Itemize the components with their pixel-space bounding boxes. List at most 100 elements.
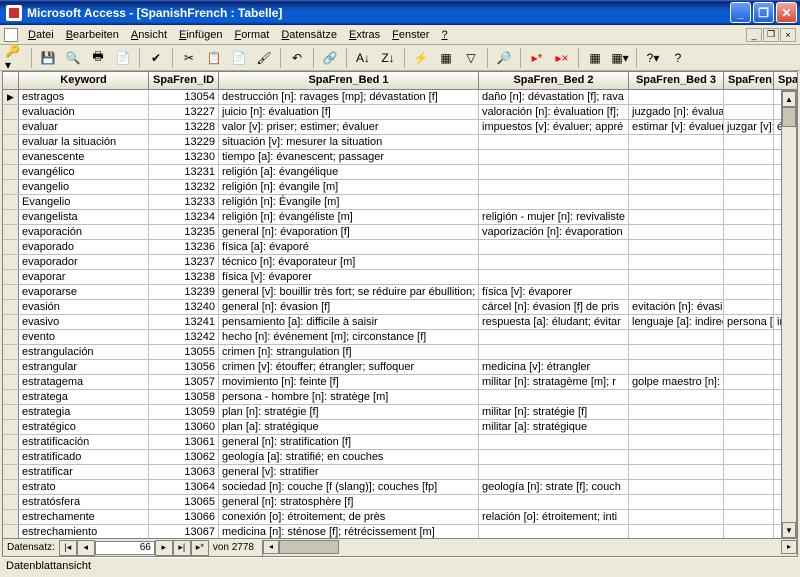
- delete-record-button[interactable]: ▸×: [551, 47, 573, 69]
- cell[interactable]: evasivo: [19, 315, 149, 329]
- cell[interactable]: geología [n]: strate [f]; couch: [479, 480, 629, 494]
- cell[interactable]: 13232: [149, 180, 219, 194]
- cell[interactable]: medicina [n]: sténose [f]; rétrécissemen…: [219, 525, 479, 539]
- cell[interactable]: evanescente: [19, 150, 149, 164]
- last-record-button[interactable]: ▸|: [173, 540, 191, 556]
- mdi-minimize-button[interactable]: _: [746, 28, 762, 42]
- cell[interactable]: 13062: [149, 450, 219, 464]
- cell[interactable]: [479, 270, 629, 284]
- cell[interactable]: estimar [v]: évaluer; es: [629, 120, 724, 134]
- cell[interactable]: [724, 210, 774, 224]
- cell[interactable]: daño [n]: dévastation [f]; rava: [479, 90, 629, 104]
- cell[interactable]: religión [n]: évangéliste [m]: [219, 210, 479, 224]
- cell[interactable]: crimen [n]: strangulation [f]: [219, 345, 479, 359]
- row-selector[interactable]: [3, 495, 19, 509]
- cell[interactable]: militar [a]: stratégique: [479, 420, 629, 434]
- row-selector[interactable]: [3, 360, 19, 374]
- cell[interactable]: 13067: [149, 525, 219, 539]
- row-selector[interactable]: [3, 465, 19, 479]
- table-row[interactable]: evasivo13241pensamiento [a]: difficile à…: [3, 315, 797, 330]
- table-row[interactable]: evento13242hecho [n]: événement [m]; cir…: [3, 330, 797, 345]
- first-record-button[interactable]: |◂: [59, 540, 77, 556]
- table-row[interactable]: estrategia13059plan [n]: stratégie [f]mi…: [3, 405, 797, 420]
- horizontal-scrollbar[interactable]: ◂ ▸: [262, 540, 797, 556]
- cell[interactable]: [629, 255, 724, 269]
- cell[interactable]: tiempo [a]: évanescent; passager: [219, 150, 479, 164]
- table-row[interactable]: Evangelio13233religión [n]: Évangile [m]: [3, 195, 797, 210]
- scroll-up-button[interactable]: ▲: [782, 91, 796, 107]
- cell[interactable]: movimiento [n]: feinte [f]: [219, 375, 479, 389]
- undo-button[interactable]: ↶: [286, 47, 308, 69]
- menu-datei[interactable]: Datei: [22, 27, 60, 43]
- row-selector[interactable]: [3, 420, 19, 434]
- cell[interactable]: hecho [n]: événement [m]; circonstance […: [219, 330, 479, 344]
- cell[interactable]: evangelista: [19, 210, 149, 224]
- table-row[interactable]: evaporador13237técnico [n]: évaporateur …: [3, 255, 797, 270]
- table-row[interactable]: estrangulación13055crimen [n]: strangula…: [3, 345, 797, 360]
- cell[interactable]: evaporar: [19, 270, 149, 284]
- cell[interactable]: impuestos [v]: évaluer; appré: [479, 120, 629, 134]
- cell[interactable]: evangélico: [19, 165, 149, 179]
- table-row[interactable]: estratega13058persona - hombre [n]: stra…: [3, 390, 797, 405]
- column-header-bed1[interactable]: SpaFren_Bed 1: [219, 72, 479, 89]
- row-selector[interactable]: ▶: [3, 90, 19, 104]
- cell[interactable]: militar [n]: stratégie [f]: [479, 405, 629, 419]
- row-selector[interactable]: [3, 285, 19, 299]
- cell[interactable]: [724, 225, 774, 239]
- cell[interactable]: golpe maestro [n]: cou: [629, 375, 724, 389]
- cell[interactable]: [724, 465, 774, 479]
- cell[interactable]: estrategia: [19, 405, 149, 419]
- cell[interactable]: valor [v]: priser; estimer; évaluer: [219, 120, 479, 134]
- menu-?[interactable]: ?: [435, 27, 453, 43]
- cell[interactable]: [629, 510, 724, 524]
- cell[interactable]: [479, 495, 629, 509]
- cell[interactable]: [724, 135, 774, 149]
- cell[interactable]: [629, 405, 724, 419]
- search-button[interactable]: 🔍: [62, 47, 84, 69]
- cell[interactable]: [724, 450, 774, 464]
- cell[interactable]: estrechamiento: [19, 525, 149, 539]
- menu-datensätze[interactable]: Datensätze: [275, 27, 343, 43]
- cell[interactable]: física [v]: évaporer: [219, 270, 479, 284]
- cell[interactable]: 13238: [149, 270, 219, 284]
- row-selector[interactable]: [3, 270, 19, 284]
- cell[interactable]: [629, 495, 724, 509]
- row-selector[interactable]: [3, 315, 19, 329]
- cell[interactable]: relación [o]: étroitement; inti: [479, 510, 629, 524]
- menu-bearbeiten[interactable]: Bearbeiten: [60, 27, 125, 43]
- cell[interactable]: persona [a]:: [724, 315, 774, 329]
- cell[interactable]: 13242: [149, 330, 219, 344]
- cell[interactable]: 13228: [149, 120, 219, 134]
- menu-fenster[interactable]: Fenster: [386, 27, 435, 43]
- cell[interactable]: 13063: [149, 465, 219, 479]
- cell[interactable]: [724, 480, 774, 494]
- cell[interactable]: [629, 180, 724, 194]
- format-painter-button[interactable]: 🖌: [253, 47, 275, 69]
- next-record-button[interactable]: ▸: [155, 540, 173, 556]
- row-selector[interactable]: [3, 240, 19, 254]
- cell[interactable]: [724, 330, 774, 344]
- cell[interactable]: [479, 435, 629, 449]
- cell[interactable]: estratega: [19, 390, 149, 404]
- cell[interactable]: [629, 135, 724, 149]
- cell[interactable]: general [n]: évasion [f]: [219, 300, 479, 314]
- row-selector[interactable]: [3, 480, 19, 494]
- sort-desc-button[interactable]: Z↓: [377, 47, 399, 69]
- cell[interactable]: situación [v]: mesurer la situation: [219, 135, 479, 149]
- cell[interactable]: evaluación: [19, 105, 149, 119]
- row-selector[interactable]: [3, 435, 19, 449]
- cell[interactable]: [724, 375, 774, 389]
- help-button[interactable]: ?: [667, 47, 689, 69]
- row-selector[interactable]: [3, 375, 19, 389]
- column-header-bed3[interactable]: SpaFren_Bed 3: [629, 72, 724, 89]
- column-header-bed5[interactable]: SpaFre: [774, 72, 798, 89]
- menu-einfügen[interactable]: Einfügen: [173, 27, 228, 43]
- print-preview-button[interactable]: 📄: [112, 47, 134, 69]
- cell[interactable]: juicio [n]: évaluation [f]: [219, 105, 479, 119]
- cell[interactable]: sociedad [n]: couche [f (slang)]; couche…: [219, 480, 479, 494]
- table-row[interactable]: estratificar13063general [v]: stratifier: [3, 465, 797, 480]
- cell[interactable]: 13064: [149, 480, 219, 494]
- help-menu-button[interactable]: ?▾: [642, 47, 664, 69]
- cell[interactable]: religión [n]: Évangile [m]: [219, 195, 479, 209]
- scroll-thumb[interactable]: [782, 107, 796, 127]
